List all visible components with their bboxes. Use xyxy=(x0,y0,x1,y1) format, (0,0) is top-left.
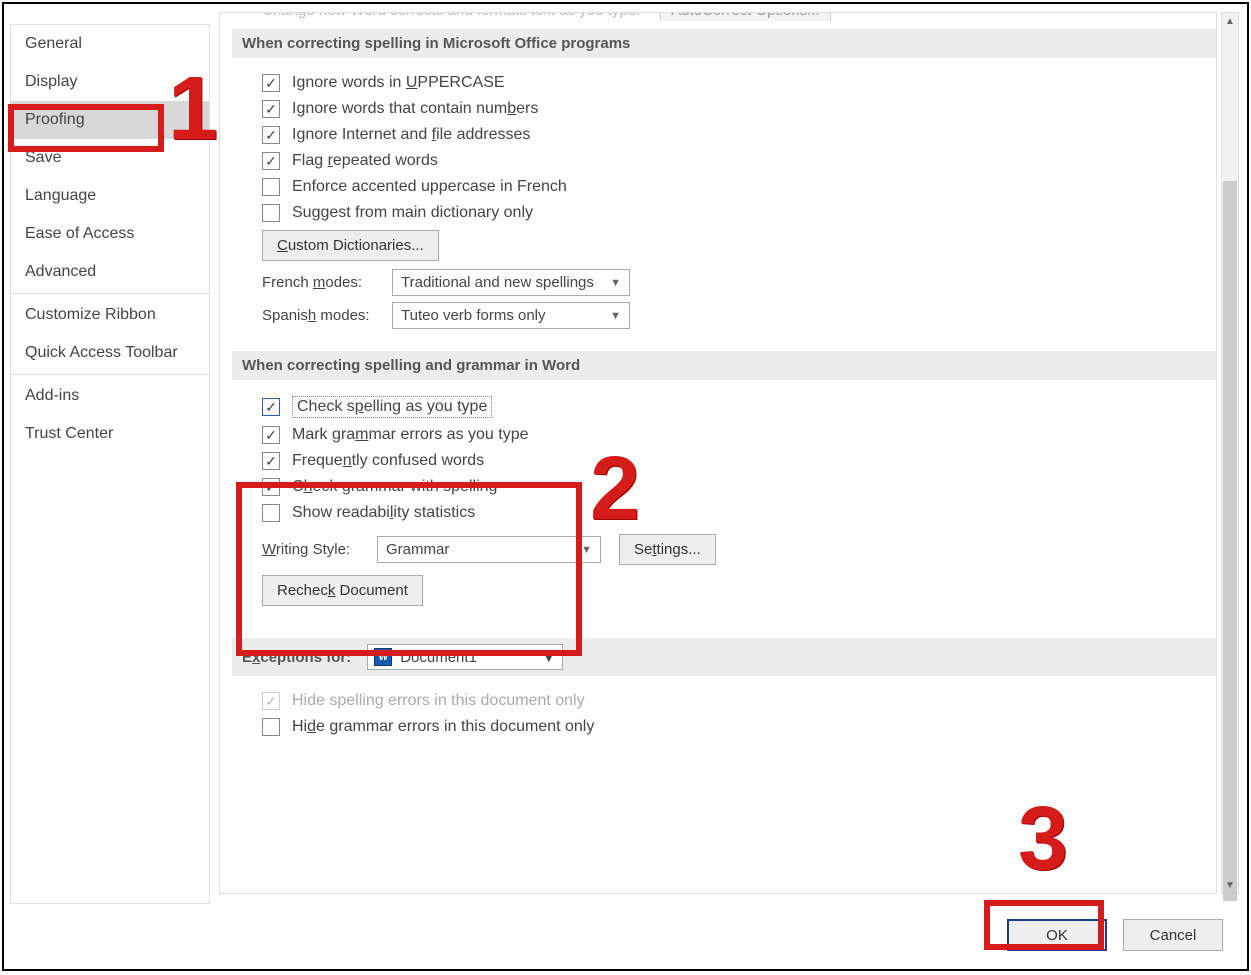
check-grammar-with-spelling[interactable]: Check grammar with spelling xyxy=(262,478,1216,496)
label: Hide spelling errors in this document on… xyxy=(292,692,585,710)
exceptions-document-select[interactable]: W Document1 ▼ xyxy=(367,644,563,670)
select-value: Traditional and new spellings xyxy=(401,274,594,291)
spanish-modes-select[interactable]: Tuteo verb forms only ▼ xyxy=(392,302,630,329)
exceptions-label: Exceptions for: xyxy=(242,649,351,666)
sidebar: General Display Proofing Save Language E… xyxy=(10,24,210,904)
sidebar-item-general[interactable]: General xyxy=(11,25,209,63)
autocorrect-options-button[interactable]: AutoCorrect Options... xyxy=(660,12,830,21)
label: Mark grammar errors as you type xyxy=(292,426,529,444)
label: Hide grammar errors in this document onl… xyxy=(292,718,594,736)
check-enforce-accented[interactable]: Enforce accented uppercase in French xyxy=(262,178,1216,196)
settings-button[interactable]: Settings... xyxy=(619,534,716,565)
chevron-down-icon: ▼ xyxy=(581,544,592,556)
section-header-spelling-office: When correcting spelling in Microsoft Of… xyxy=(232,29,1216,58)
sidebar-item-display[interactable]: Display xyxy=(11,63,209,101)
sidebar-item-quick-access-toolbar[interactable]: Quick Access Toolbar xyxy=(11,334,209,372)
chevron-down-icon: ▼ xyxy=(610,277,621,289)
word-document-icon: W xyxy=(374,648,392,666)
scroll-up-icon[interactable]: ▲ xyxy=(1222,13,1238,29)
divider xyxy=(11,293,209,294)
sidebar-item-proofing[interactable]: Proofing xyxy=(11,101,209,139)
divider xyxy=(11,374,209,375)
checkbox-icon[interactable] xyxy=(262,178,280,196)
custom-dictionaries-button[interactable]: Custom Dictionaries... xyxy=(262,230,439,261)
check-readability-stats[interactable]: Show readability statistics xyxy=(262,504,1216,522)
checkbox-icon[interactable] xyxy=(262,152,280,170)
chevron-down-icon: ▼ xyxy=(610,310,621,322)
checkbox-icon[interactable] xyxy=(262,74,280,92)
writing-style-select[interactable]: Grammar ▼ xyxy=(377,536,601,563)
select-value: Grammar xyxy=(386,541,449,558)
main-panel: Change how Word corrects and formats tex… xyxy=(219,12,1217,894)
truncated-top-row: Change how Word corrects and formats tex… xyxy=(232,12,1216,21)
label: Check spelling as you type xyxy=(292,396,492,418)
checkbox-icon[interactable] xyxy=(262,204,280,222)
sidebar-item-trust-center[interactable]: Trust Center xyxy=(11,415,209,453)
label: Show readability statistics xyxy=(292,504,475,522)
label: Frequently confused words xyxy=(292,452,484,470)
check-frequently-confused[interactable]: Frequently confused words xyxy=(262,452,1216,470)
checkbox-icon[interactable] xyxy=(262,718,280,736)
sidebar-item-language[interactable]: Language xyxy=(11,177,209,215)
truncated-text: Change how Word corrects and formats tex… xyxy=(262,12,640,19)
chevron-down-icon: ▼ xyxy=(541,649,556,666)
cancel-button[interactable]: Cancel xyxy=(1123,919,1223,951)
sidebar-item-add-ins[interactable]: Add-ins xyxy=(11,377,209,415)
label: Ignore words in UPPERCASE xyxy=(292,74,505,92)
scroll-thumb[interactable] xyxy=(1223,181,1237,901)
label: Ignore Internet and file addresses xyxy=(292,126,530,144)
scroll-down-icon[interactable]: ▼ xyxy=(1222,877,1238,893)
french-modes-label: French modes: xyxy=(262,274,392,291)
checkbox-icon[interactable] xyxy=(262,398,280,416)
check-hide-grammar-errors[interactable]: Hide grammar errors in this document onl… xyxy=(262,718,1216,736)
check-suggest-main-dict[interactable]: Suggest from main dictionary only xyxy=(262,204,1216,222)
french-modes-select[interactable]: Traditional and new spellings ▼ xyxy=(392,269,630,296)
checkbox-icon[interactable] xyxy=(262,426,280,444)
sidebar-item-customize-ribbon[interactable]: Customize Ribbon xyxy=(11,296,209,334)
check-mark-grammar[interactable]: Mark grammar errors as you type xyxy=(262,426,1216,444)
dialog-buttons: OK Cancel xyxy=(1007,919,1223,951)
check-ignore-numbers[interactable]: Ignore words that contain numbers xyxy=(262,100,1216,118)
writing-style-label: Writing Style: xyxy=(262,541,377,558)
checkbox-icon[interactable] xyxy=(262,452,280,470)
label: Check grammar with spelling xyxy=(292,478,497,496)
checkbox-icon[interactable] xyxy=(262,478,280,496)
label: Enforce accented uppercase in French xyxy=(292,178,567,196)
checkbox-icon[interactable] xyxy=(262,504,280,522)
checkbox-icon xyxy=(262,692,280,710)
ok-button[interactable]: OK xyxy=(1007,919,1107,951)
sidebar-item-save[interactable]: Save xyxy=(11,139,209,177)
check-flag-repeated[interactable]: Flag repeated words xyxy=(262,152,1216,170)
spanish-modes-label: Spanish modes: xyxy=(262,307,392,324)
label: Suggest from main dictionary only xyxy=(292,204,533,222)
sidebar-item-ease-of-access[interactable]: Ease of Access xyxy=(11,215,209,253)
recheck-document-button[interactable]: Recheck Document xyxy=(262,575,423,606)
check-spelling-as-you-type[interactable]: Check spelling as you type xyxy=(262,396,1216,418)
label: Ignore words that contain numbers xyxy=(292,100,538,118)
select-value: Tuteo verb forms only xyxy=(401,307,546,324)
checkbox-icon[interactable] xyxy=(262,126,280,144)
check-ignore-internet[interactable]: Ignore Internet and file addresses xyxy=(262,126,1216,144)
label: Flag repeated words xyxy=(292,152,438,170)
vertical-scrollbar[interactable]: ▲ ▼ xyxy=(1221,12,1239,894)
check-hide-spelling-errors: Hide spelling errors in this document on… xyxy=(262,692,1216,710)
select-value: Document1 xyxy=(400,649,477,666)
check-ignore-uppercase[interactable]: Ignore words in UPPERCASE xyxy=(262,74,1216,92)
exceptions-header: Exceptions for: W Document1 ▼ xyxy=(232,638,1216,676)
checkbox-icon[interactable] xyxy=(262,100,280,118)
section-header-spelling-word: When correcting spelling and grammar in … xyxy=(232,351,1216,380)
sidebar-item-advanced[interactable]: Advanced xyxy=(11,253,209,291)
